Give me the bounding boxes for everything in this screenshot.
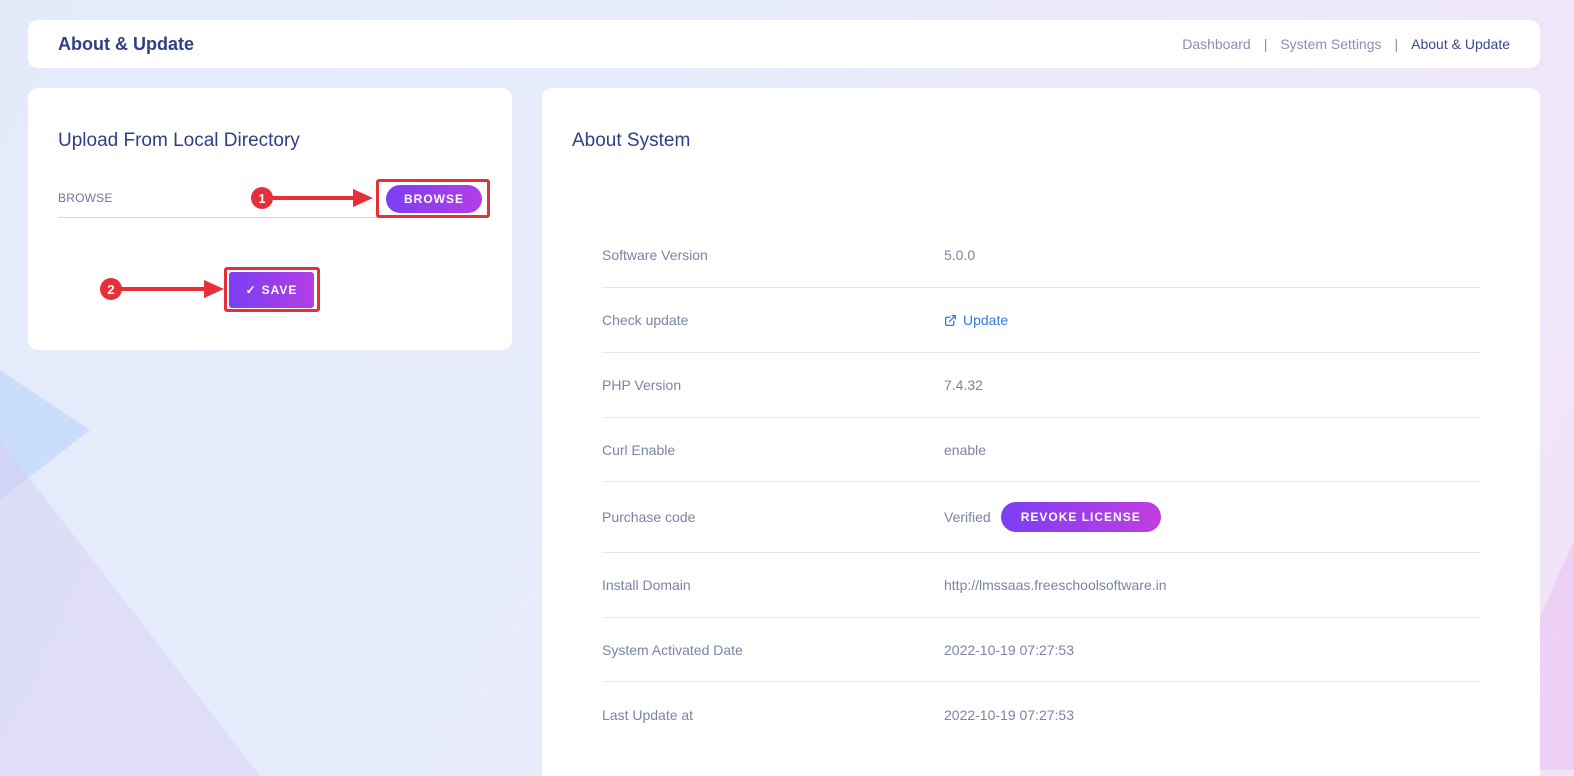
table-row: Software Version 5.0.0 (602, 222, 1480, 288)
system-info-table: Software Version 5.0.0 Check update Upda… (602, 222, 1480, 747)
row-value: Update (944, 312, 1008, 328)
breadcrumb-separator: | (1394, 36, 1399, 52)
row-value: 7.4.32 (944, 377, 983, 393)
breadcrumb-dashboard[interactable]: Dashboard (1182, 36, 1251, 52)
row-label: Last Update at (602, 706, 694, 723)
about-card: About System Software Version 5.0.0 Chec… (542, 88, 1540, 776)
page-title: About & Update (58, 33, 194, 54)
row-label: Check update (602, 312, 689, 328)
annotation-badge-1: 1 (251, 187, 273, 209)
breadcrumb: Dashboard | System Settings | About & Up… (1182, 36, 1510, 52)
table-row: Purchase code Verified REVOKE LICENSE (602, 482, 1480, 553)
checkmark-icon: ✓ (245, 283, 257, 297)
row-value: Verified REVOKE LICENSE (944, 502, 1161, 532)
row-label: Curl Enable (602, 441, 676, 458)
upload-card-title: Upload From Local Directory (58, 130, 300, 151)
row-label: Software Version (602, 246, 708, 263)
annotation-badge-2: 2 (100, 278, 122, 300)
background-shape (0, 370, 90, 500)
save-button-label: SAVE (261, 283, 298, 297)
row-value: enable (944, 441, 987, 458)
annotation-arrow-1 (271, 196, 355, 200)
table-row: Last Update at 2022-10-19 07:27:53 (602, 682, 1480, 747)
row-label: Install Domain (602, 577, 691, 593)
background-shape (1534, 540, 1574, 770)
row-value: 5.0.0 (944, 246, 976, 263)
breadcrumb-system-settings[interactable]: System Settings (1280, 36, 1381, 52)
row-value: 2022-10-19 07:27:53 (944, 641, 1074, 658)
row-value: http://lmssaas.freeschoolsoftware.in (944, 577, 1167, 593)
background-shape (0, 440, 260, 776)
external-link-icon (944, 314, 957, 326)
breadcrumb-current: About & Update (1411, 36, 1510, 52)
table-row: Curl Enable enable (602, 418, 1480, 482)
revoke-license-button[interactable]: REVOKE LICENSE (1000, 502, 1161, 532)
row-label: Purchase code (602, 509, 696, 525)
row-label: PHP Version (602, 377, 682, 393)
row-label: System Activated Date (602, 641, 743, 658)
table-row: Check update Update (602, 288, 1480, 353)
about-card-title: About System (572, 130, 691, 151)
breadcrumb-separator: | (1263, 36, 1268, 52)
page-header: About & Update Dashboard | System Settin… (28, 20, 1540, 68)
table-row: Install Domain http://lmssaas.freeschool… (602, 553, 1480, 618)
upload-card: Upload From Local Directory BROWSE BROWS… (28, 88, 512, 350)
table-row: PHP Version 7.4.32 (602, 353, 1480, 418)
update-link-label: Update (963, 312, 1009, 328)
file-input-label: BROWSE (58, 191, 113, 205)
row-value: 2022-10-19 07:27:53 (944, 706, 1074, 723)
save-button[interactable]: ✓ SAVE (229, 272, 314, 308)
annotation-arrowhead-2 (204, 280, 224, 298)
annotation-arrowhead-1 (353, 189, 373, 207)
annotation-arrow-2 (120, 287, 206, 291)
table-row: System Activated Date 2022-10-19 07:27:5… (602, 618, 1480, 682)
update-link[interactable]: Update (944, 312, 1008, 328)
browse-button[interactable]: BROWSE (386, 185, 482, 213)
purchase-status: Verified (944, 509, 991, 525)
